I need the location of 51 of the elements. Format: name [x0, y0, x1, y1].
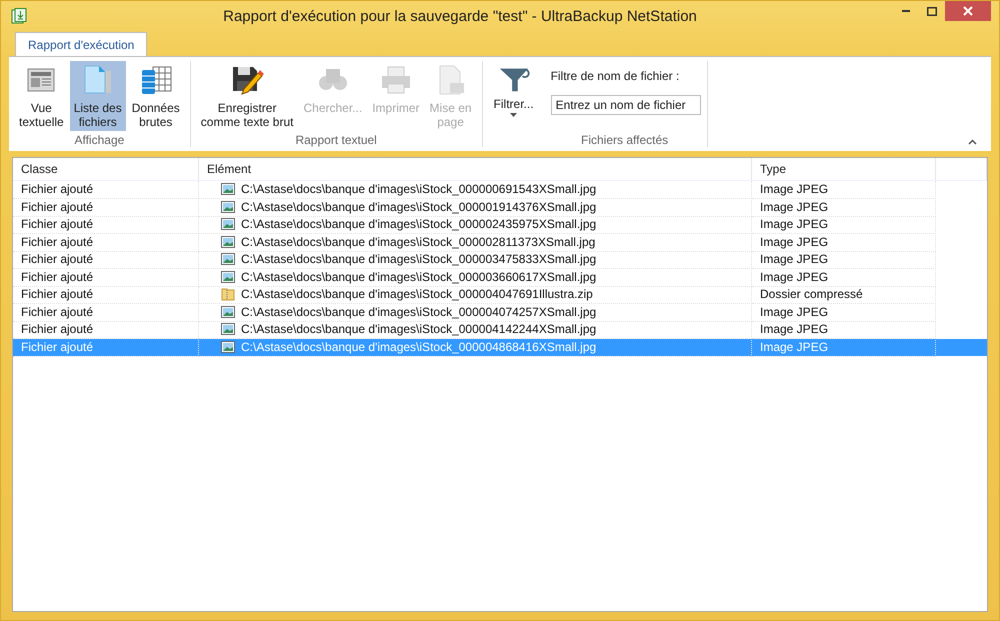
table-cell: Image JPEG	[752, 303, 936, 322]
list-row[interactable]: Fichier ajouté C:\Astase\docs\banque d'images\iStock_000001914376XSmall.jpg Image JPEG	[13, 198, 987, 216]
list-row[interactable]: Fichier ajouté C:\Astase\docs\banque d'images\iStock_000002811373XSmall.jpg Image JPEG	[13, 234, 987, 251]
table-cell: Fichier ajouté	[13, 233, 199, 252]
table-cell: C:\Astase\docs\banque d'images\iStock_000003660617XSmall.jpg	[241, 270, 596, 284]
table-cell: C:\Astase\docs\banque d'images\iStock_000004868416XSmall.jpg	[241, 340, 596, 354]
table-cell: C:\Astase\docs\banque d'images\iStock_000001914376XSmall.jpg	[241, 200, 596, 214]
table-cell: Fichier ajouté	[13, 286, 199, 304]
list-row[interactable]: Fichier ajouté C:\Astase\docs\banque d'images\iStock_000000691543XSmall.jpg Image JPEG	[13, 181, 987, 198]
table-cell: Fichier ajouté	[13, 338, 199, 356]
group-label: Affichage	[73, 132, 126, 149]
ribbon-button[interactable]: Liste des fichiers	[70, 61, 126, 131]
table-cell: Image JPEG	[752, 338, 936, 356]
table-cell: Image JPEG	[752, 250, 936, 269]
column-header[interactable]: Elément	[199, 158, 752, 180]
ribbon-button[interactable]: Vue textuelle	[15, 61, 68, 131]
table-cell: C:\Astase\docs\banque d'images\iStock_000002811373XSmall.jpg	[241, 234, 596, 249]
list-row[interactable]: Fichier ajouté C:\Astase\docs\banque d'images\iStock_000003475833XSmall.jpg Image JPEG	[13, 251, 987, 268]
table-cell: Fichier ajouté	[13, 268, 199, 286]
list-row[interactable]: Fichier ajouté C:\Astase\docs\banque d'images\iStock_000004047691Illustra.zip Dossier compressé	[13, 286, 987, 304]
table-cell: C:\Astase\docs\banque d'images\iStock_000004074257XSmall.jpg	[241, 304, 596, 319]
list-row[interactable]: Fichier ajouté C:\Astase\docs\banque d'images\iStock_000004074257XSmall.jpg Image JPEG	[13, 304, 987, 321]
column-header[interactable]: Classe	[13, 158, 199, 180]
table-cell: Fichier ajouté	[13, 216, 199, 234]
table-cell: Image JPEG	[752, 233, 936, 252]
ribbon-tab[interactable]: Rapport d'exécution	[15, 32, 148, 56]
column-header[interactable]: Type	[752, 158, 936, 180]
table-cell: Dossier compressé	[752, 286, 936, 304]
table-cell: C:\Astase\docs\banque d'images\iStock_000004142244XSmall.jpg	[241, 322, 596, 336]
filename-filter-field[interactable]: Entrez un nom de fichier	[550, 95, 701, 115]
table-cell: C:\Astase\docs\banque d'images\iStock_000004047691Illustra.zip	[241, 287, 593, 302]
table-cell: Image JPEG	[752, 180, 936, 199]
ribbon-button[interactable]: Filtrer...	[488, 61, 539, 131]
window-title: Rapport d'exécution pour la sauvegarde "test" - UltraBackup NetStation	[222, 8, 698, 24]
filter-label: Filtre de nom de fichier :	[550, 69, 680, 83]
ribbon-button[interactable]: Enregistrer comme texte brut	[196, 61, 298, 131]
table-cell: Fichier ajouté	[13, 250, 199, 269]
table-cell: Fichier ajouté	[13, 180, 199, 199]
table-cell: C:\Astase\docs\banque d'images\iStock_000002435975XSmall.jpg	[241, 217, 596, 232]
table-cell: Image JPEG	[752, 268, 936, 286]
ribbon-button[interactable]: Données brutes	[128, 61, 184, 131]
list-row[interactable]: Fichier ajouté C:\Astase\docs\banque d'images\iStock_000002435975XSmall.jpg Image JPEG	[13, 216, 987, 234]
table-cell: Image JPEG	[752, 216, 936, 234]
list-row[interactable]: Fichier ajouté C:\Astase\docs\banque d'images\iStock_000003660617XSmall.jpg Image JPEG	[13, 268, 987, 286]
table-cell: C:\Astase\docs\banque d'images\iStock_000003475833XSmall.jpg	[241, 252, 596, 266]
table-cell: C:\Astase\docs\banque d'images\iStock_000000691543XSmall.jpg	[241, 182, 596, 196]
table-cell: Image JPEG	[752, 198, 936, 216]
group-label: Rapport textuel	[294, 132, 378, 149]
table-cell: Fichier ajouté	[13, 198, 199, 216]
table-cell: Fichier ajouté	[13, 303, 199, 322]
group-label: Fichiers affectés	[580, 132, 670, 149]
